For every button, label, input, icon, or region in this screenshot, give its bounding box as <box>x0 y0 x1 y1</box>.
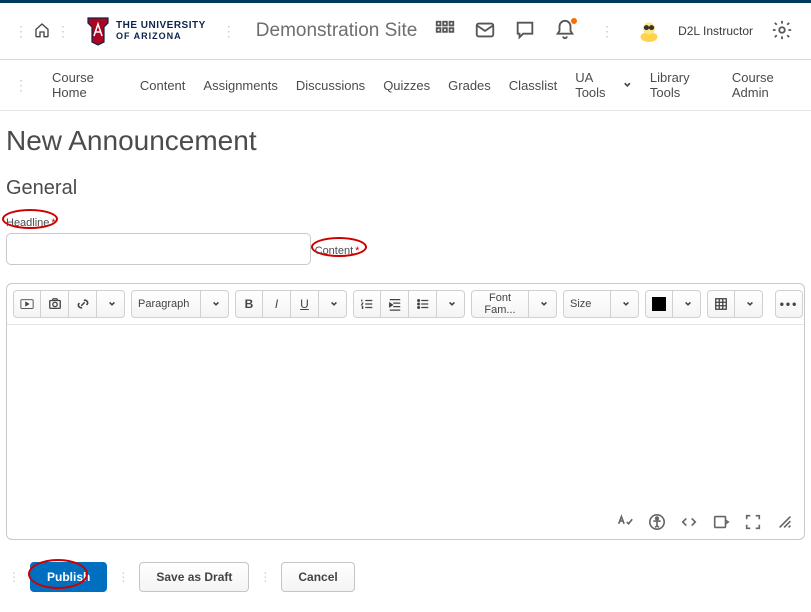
chat-icon <box>514 19 536 41</box>
username-label[interactable]: D2L Instructor <box>678 24 753 38</box>
drag-handle-icon: ⋮ <box>115 570 131 584</box>
editor-footer <box>7 505 804 539</box>
save-draft-button[interactable]: Save as Draft <box>139 562 249 592</box>
drag-handle-icon: ⋮ <box>6 570 22 584</box>
nav-assignments[interactable]: Assignments <box>203 78 277 93</box>
mail-icon <box>474 19 496 41</box>
mail-button[interactable] <box>474 19 496 44</box>
chevron-down-icon <box>212 300 220 308</box>
grid-icon <box>434 19 456 41</box>
publish-button[interactable]: Publish <box>30 562 107 592</box>
nav-course-home[interactable]: Course Home <box>52 70 122 100</box>
university-name: THE UNIVERSITY OF ARIZONA <box>116 21 206 41</box>
page-body: New Announcement General Headline * Cont… <box>0 111 811 612</box>
avatar[interactable] <box>638 20 660 42</box>
paragraph-dropdown[interactable] <box>201 290 229 318</box>
list-bullet-icon <box>416 297 430 311</box>
section-title: General <box>6 177 805 200</box>
home-link[interactable] <box>34 22 50 41</box>
nav-quizzes[interactable]: Quizzes <box>383 78 430 93</box>
chevron-down-icon <box>108 300 116 308</box>
gear-icon <box>771 19 793 41</box>
insert-link-button[interactable] <box>69 290 97 318</box>
play-icon <box>20 297 34 311</box>
text-color-dropdown[interactable] <box>673 290 701 318</box>
page-title: New Announcement <box>6 125 805 157</box>
font-family-dropdown[interactable] <box>529 290 557 318</box>
settings-button[interactable] <box>771 19 793 44</box>
font-size-select[interactable]: Size <box>563 290 611 318</box>
indent-icon <box>388 297 402 311</box>
drag-handle-icon: ⋮ <box>8 23 34 40</box>
insert-media-button[interactable] <box>13 290 41 318</box>
chevron-down-icon <box>622 300 630 308</box>
nav-grades[interactable]: Grades <box>448 78 491 93</box>
header-tools: ⋮ D2L Instructor <box>434 19 793 44</box>
arizona-shield-icon <box>86 16 110 46</box>
table-icon <box>714 297 728 311</box>
nav-classlist[interactable]: Classlist <box>509 78 557 93</box>
resize-handle-icon[interactable] <box>776 513 794 531</box>
bold-button[interactable]: B <box>235 290 263 318</box>
accessibility-icon[interactable] <box>648 513 666 531</box>
divider-dots: ⋮ <box>50 23 76 40</box>
chevron-down-icon <box>684 300 692 308</box>
apps-button[interactable] <box>434 19 456 44</box>
nav-content[interactable]: Content <box>140 78 186 93</box>
content-textarea[interactable] <box>7 325 804 505</box>
toolbar-more-button[interactable]: ••• <box>775 290 803 318</box>
list-more-button[interactable] <box>437 290 465 318</box>
list-ordered-icon <box>360 297 374 311</box>
notification-badge <box>570 17 578 25</box>
link-icon <box>76 297 90 311</box>
color-swatch-icon <box>652 297 666 311</box>
fullscreen-icon[interactable] <box>744 513 762 531</box>
top-bar: ⋮ ⋮ THE UNIVERSITY OF ARIZONA ⋮ Demonstr… <box>0 0 811 60</box>
spellcheck-icon[interactable] <box>616 513 634 531</box>
headline-label: Headline * <box>6 217 56 229</box>
drag-handle-icon: ⋮ <box>8 77 34 94</box>
table-button[interactable] <box>707 290 735 318</box>
site-name[interactable]: Demonstration Site <box>256 20 418 42</box>
text-format-more[interactable] <box>319 290 347 318</box>
nav-course-admin[interactable]: Course Admin <box>732 70 803 100</box>
font-size-dropdown[interactable] <box>611 290 639 318</box>
headline-input[interactable] <box>6 233 311 265</box>
divider-dots: ⋮ <box>594 23 620 40</box>
underline-button[interactable]: U <box>291 290 319 318</box>
chevron-down-icon <box>448 300 456 308</box>
course-nav: ⋮ Course Home Content Assignments Discus… <box>0 60 811 111</box>
insert-more-button[interactable] <box>97 290 125 318</box>
chat-button[interactable] <box>514 19 536 44</box>
list-ul-button[interactable] <box>409 290 437 318</box>
insert-image-button[interactable] <box>41 290 69 318</box>
notifications-button[interactable] <box>554 19 576 44</box>
text-color-button[interactable] <box>645 290 673 318</box>
drag-handle-icon: ⋮ <box>257 570 273 584</box>
italic-button[interactable]: I <box>263 290 291 318</box>
nav-ua-tools[interactable]: UA Tools <box>575 70 632 100</box>
chevron-down-icon <box>540 300 548 308</box>
chevron-down-icon <box>746 300 754 308</box>
chevron-down-icon <box>330 300 338 308</box>
content-label: Content * <box>315 245 360 257</box>
editor-toolbar: Paragraph B I U Font Fam... Size <box>7 284 804 325</box>
rich-text-editor: Paragraph B I U Font Fam... Size <box>6 283 805 540</box>
paragraph-select[interactable]: Paragraph <box>131 290 201 318</box>
action-bar: ⋮ Publish ⋮ Save as Draft ⋮ Cancel <box>6 562 805 592</box>
nav-library-tools[interactable]: Library Tools <box>650 70 714 100</box>
preview-icon[interactable] <box>712 513 730 531</box>
table-dropdown[interactable] <box>735 290 763 318</box>
cancel-button[interactable]: Cancel <box>281 562 354 592</box>
list-ol-button[interactable] <box>353 290 381 318</box>
html-source-icon[interactable] <box>680 513 698 531</box>
home-icon <box>34 22 50 38</box>
camera-icon <box>48 297 62 311</box>
chevron-down-icon <box>623 80 632 90</box>
indent-button[interactable] <box>381 290 409 318</box>
divider-dots: ⋮ <box>216 23 242 40</box>
university-logo[interactable]: THE UNIVERSITY OF ARIZONA <box>86 16 206 46</box>
font-family-select[interactable]: Font Fam... <box>471 290 529 318</box>
nav-discussions[interactable]: Discussions <box>296 78 365 93</box>
